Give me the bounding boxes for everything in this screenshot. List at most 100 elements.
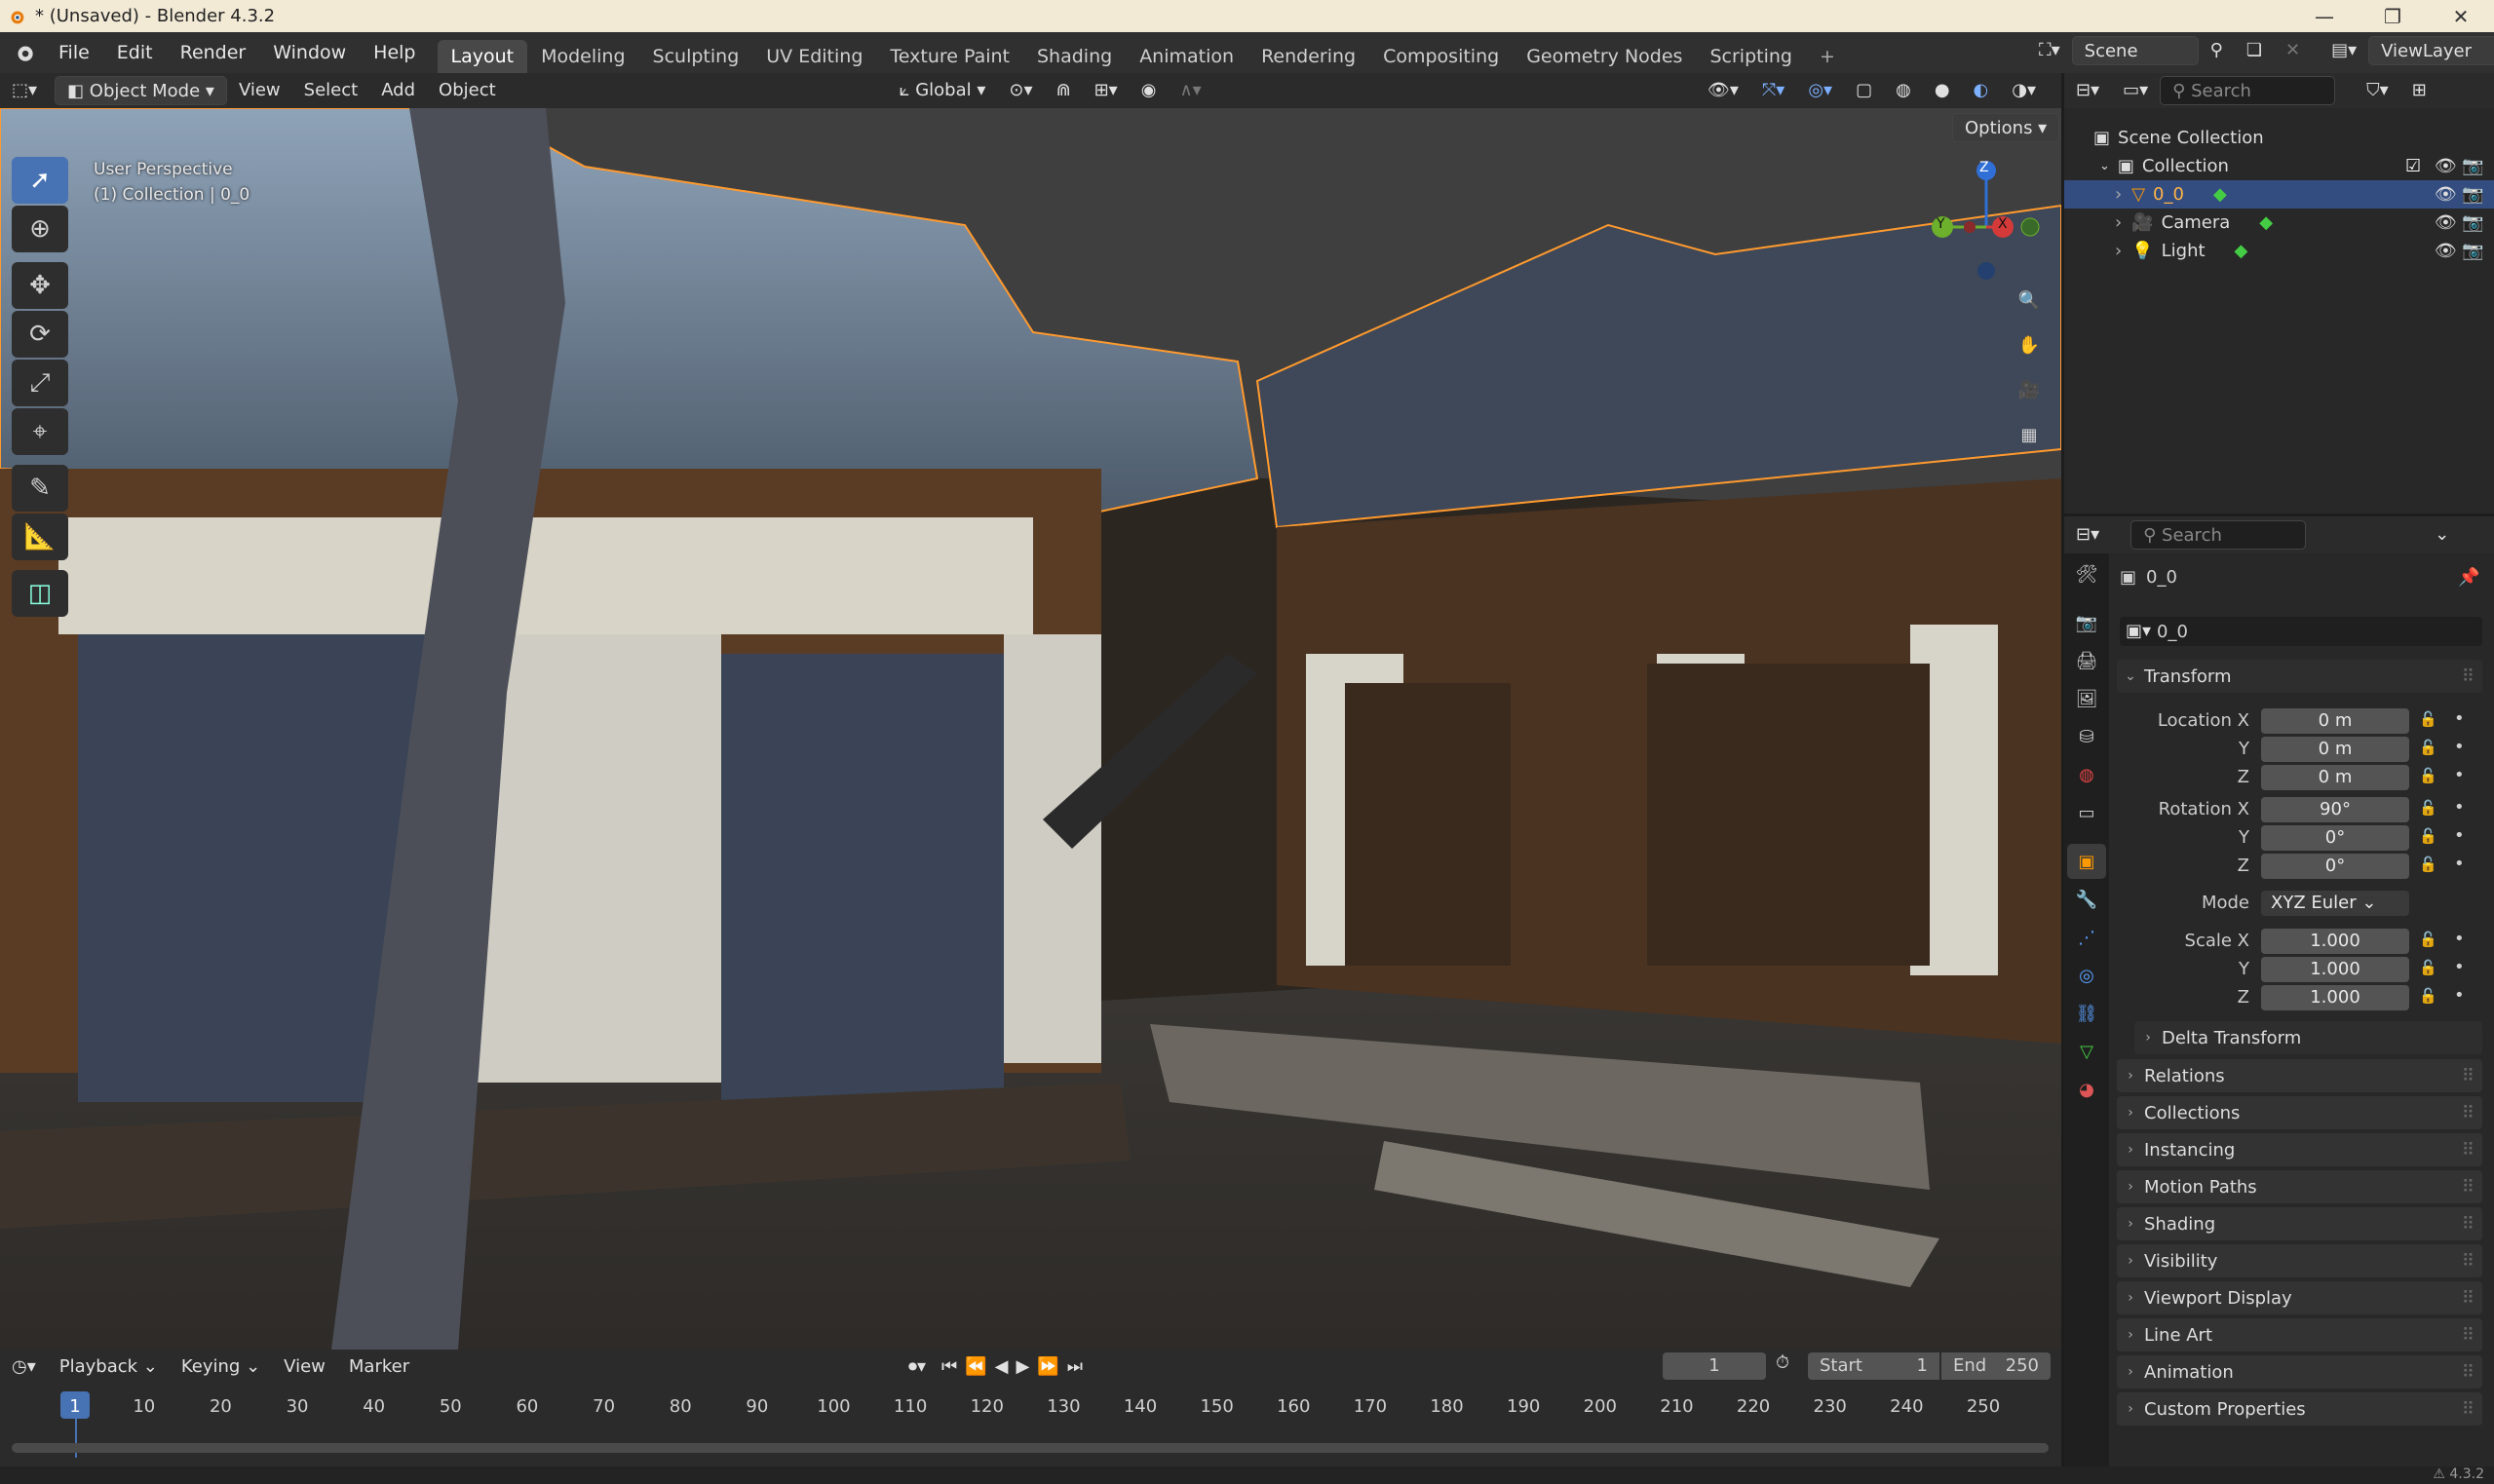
- keyframe-dot-icon[interactable]: •: [2454, 929, 2465, 949]
- workspace-tab-sculpting[interactable]: Sculpting: [639, 40, 753, 73]
- scene-tab-icon[interactable]: ⛁: [2067, 719, 2106, 754]
- rotation-mode-dropdown[interactable]: XYZ Euler ⌄: [2261, 891, 2409, 916]
- proportional-edit-icon[interactable]: ◉: [1130, 76, 1169, 105]
- section-line-art[interactable]: › Line Art ⠿: [2117, 1318, 2482, 1351]
- scale-tool[interactable]: ⤢: [12, 360, 68, 406]
- tool-tab-icon[interactable]: 🛠: [2067, 556, 2106, 591]
- overlay-toggle-icon[interactable]: ◎▾: [1796, 76, 1844, 105]
- checkbox-icon[interactable]: ☑: [2405, 156, 2421, 176]
- workspace-tab-uv-editing[interactable]: UV Editing: [752, 40, 876, 73]
- menu-file[interactable]: File: [45, 32, 103, 73]
- rotation-z-field[interactable]: 0°: [2261, 854, 2409, 879]
- object-menu[interactable]: Object: [427, 76, 508, 105]
- add-workspace-icon[interactable]: +: [1806, 40, 1849, 73]
- options-button[interactable]: Options ▾: [1952, 113, 2060, 142]
- workspace-tab-scripting[interactable]: Scripting: [1696, 40, 1806, 73]
- data-tab-icon[interactable]: ▽: [2067, 1034, 2106, 1069]
- keyframe-dot-icon[interactable]: •: [2454, 797, 2465, 818]
- scene-collection-row[interactable]: ▣ Scene Collection: [2064, 124, 2494, 152]
- editor-type-icon[interactable]: ⬚▾: [0, 76, 49, 105]
- filter-icon[interactable]: ⛉▾: [2355, 76, 2400, 105]
- lock-icon[interactable]: 🔓: [2419, 767, 2437, 784]
- falloff-icon[interactable]: ∧▾: [1168, 76, 1212, 105]
- outliner-item-0-0[interactable]: › ▽ 0_0 ◆ 👁 📷: [2064, 180, 2494, 209]
- minimize-icon[interactable]: —: [2295, 0, 2354, 32]
- drag-handle-icon[interactable]: ⠿: [2462, 1288, 2475, 1309]
- rotate-tool[interactable]: ⟳: [12, 311, 68, 358]
- properties-options-icon[interactable]: ⌄: [2423, 520, 2461, 550]
- move-tool[interactable]: ✥: [12, 262, 68, 309]
- pin-scene-icon[interactable]: ⚲: [2199, 36, 2235, 65]
- object-data-icon[interactable]: ▣▾: [2120, 617, 2157, 646]
- cursor-tool[interactable]: ⊕: [12, 206, 68, 252]
- keyframe-dot-icon[interactable]: •: [2454, 825, 2465, 846]
- add-cube-tool[interactable]: ◫: [12, 570, 68, 617]
- lock-icon[interactable]: 🔓: [2419, 959, 2437, 976]
- add-menu[interactable]: Add: [369, 76, 427, 105]
- gizmo-toggle-icon[interactable]: ⤧▾: [1750, 76, 1796, 105]
- section-shading[interactable]: › Shading ⠿: [2117, 1207, 2482, 1240]
- render-camera-icon[interactable]: 📷: [2462, 241, 2483, 261]
- keyframe-dot-icon[interactable]: •: [2454, 957, 2465, 977]
- pin-icon[interactable]: 📌: [2458, 567, 2479, 588]
- section-visibility[interactable]: › Visibility ⠿: [2117, 1244, 2482, 1277]
- transform-orientation[interactable]: ⟀ Global ▾: [888, 76, 998, 105]
- camera-data-icon[interactable]: ◆: [2259, 212, 2273, 233]
- drag-handle-icon[interactable]: ⠿: [2462, 1362, 2475, 1383]
- workspace-tab-animation[interactable]: Animation: [1126, 40, 1247, 73]
- close-icon[interactable]: ✕: [2432, 0, 2490, 32]
- mode-selector[interactable]: ◧ Object Mode ▾: [55, 76, 227, 105]
- output-tab-icon[interactable]: 🖨: [2067, 643, 2106, 678]
- object-name-field[interactable]: ▣▾ 0_0: [2120, 617, 2482, 646]
- solid-shading-icon[interactable]: ●: [1923, 76, 1962, 105]
- workspace-tab-shading[interactable]: Shading: [1023, 40, 1126, 73]
- render-tab-icon[interactable]: 📷: [2067, 605, 2106, 640]
- eye-icon[interactable]: 👁: [2435, 184, 2457, 205]
- menu-window[interactable]: Window: [259, 32, 360, 73]
- delta-transform-header[interactable]: › Delta Transform: [2134, 1021, 2482, 1054]
- outliner-editor-icon[interactable]: ⊟▾: [2064, 76, 2111, 105]
- collection-tab-icon[interactable]: ▭: [2067, 795, 2106, 830]
- drag-handle-icon[interactable]: ⠿: [2462, 1214, 2475, 1235]
- keyframe-dot-icon[interactable]: •: [2454, 737, 2465, 757]
- world-tab-icon[interactable]: ◍: [2067, 757, 2106, 792]
- view-layer-field[interactable]: ViewLayer: [2368, 36, 2494, 65]
- properties-search[interactable]: ⚲ Search: [2130, 520, 2307, 550]
- drag-handle-icon[interactable]: ⠿: [2462, 1140, 2475, 1161]
- eye-icon[interactable]: 👁: [2435, 212, 2457, 233]
- drag-handle-icon[interactable]: ⠿: [2462, 1399, 2475, 1420]
- timeline-scrollbar[interactable]: [12, 1443, 2049, 1453]
- properties-editor-icon[interactable]: ⊟▾: [2064, 520, 2111, 550]
- view-menu[interactable]: View: [227, 76, 292, 105]
- drag-handle-icon[interactable]: ⠿: [2462, 666, 2475, 687]
- scale-z-field[interactable]: 1.000: [2261, 985, 2409, 1010]
- render-camera-icon[interactable]: 📷: [2462, 156, 2483, 176]
- delete-scene-icon[interactable]: ✕: [2274, 36, 2312, 65]
- scene-selector-icon[interactable]: ⛶▾: [2027, 36, 2072, 65]
- section-custom-properties[interactable]: › Custom Properties ⠿: [2117, 1392, 2482, 1426]
- visibility-icon[interactable]: 👁▾: [1696, 76, 1750, 105]
- workspace-tab-rendering[interactable]: Rendering: [1247, 40, 1369, 73]
- mesh-data-icon[interactable]: ◆: [2213, 184, 2227, 205]
- camera-view-icon[interactable]: 🎥: [2008, 368, 2051, 411]
- maximize-icon[interactable]: ❐: [2363, 0, 2422, 32]
- render-camera-icon[interactable]: 📷: [2462, 212, 2483, 233]
- chevron-right-icon[interactable]: ›: [2115, 241, 2122, 261]
- section-instancing[interactable]: › Instancing ⠿: [2117, 1133, 2482, 1166]
- view-layer-tab-icon[interactable]: 🖼: [2067, 681, 2106, 716]
- workspace-tab-geometry-nodes[interactable]: Geometry Nodes: [1513, 40, 1696, 73]
- object-tab-icon[interactable]: ▣: [2067, 844, 2106, 879]
- render-camera-icon[interactable]: 📷: [2462, 184, 2483, 205]
- menu-render[interactable]: Render: [167, 32, 260, 73]
- lock-icon[interactable]: 🔓: [2419, 799, 2437, 817]
- menu-help[interactable]: Help: [360, 32, 429, 73]
- workspace-tab-modeling[interactable]: Modeling: [527, 40, 638, 73]
- new-scene-icon[interactable]: ❏: [2235, 36, 2274, 65]
- lock-icon[interactable]: 🔓: [2419, 987, 2437, 1005]
- rotation-x-field[interactable]: 90°: [2261, 797, 2409, 822]
- zoom-icon[interactable]: 🔍: [2008, 279, 2051, 322]
- scale-y-field[interactable]: 1.000: [2261, 957, 2409, 982]
- pivot-point-icon[interactable]: ⊙▾: [997, 76, 1044, 105]
- material-shading-icon[interactable]: ◐: [1962, 76, 2001, 105]
- outliner-search[interactable]: ⚲ Search: [2160, 76, 2336, 105]
